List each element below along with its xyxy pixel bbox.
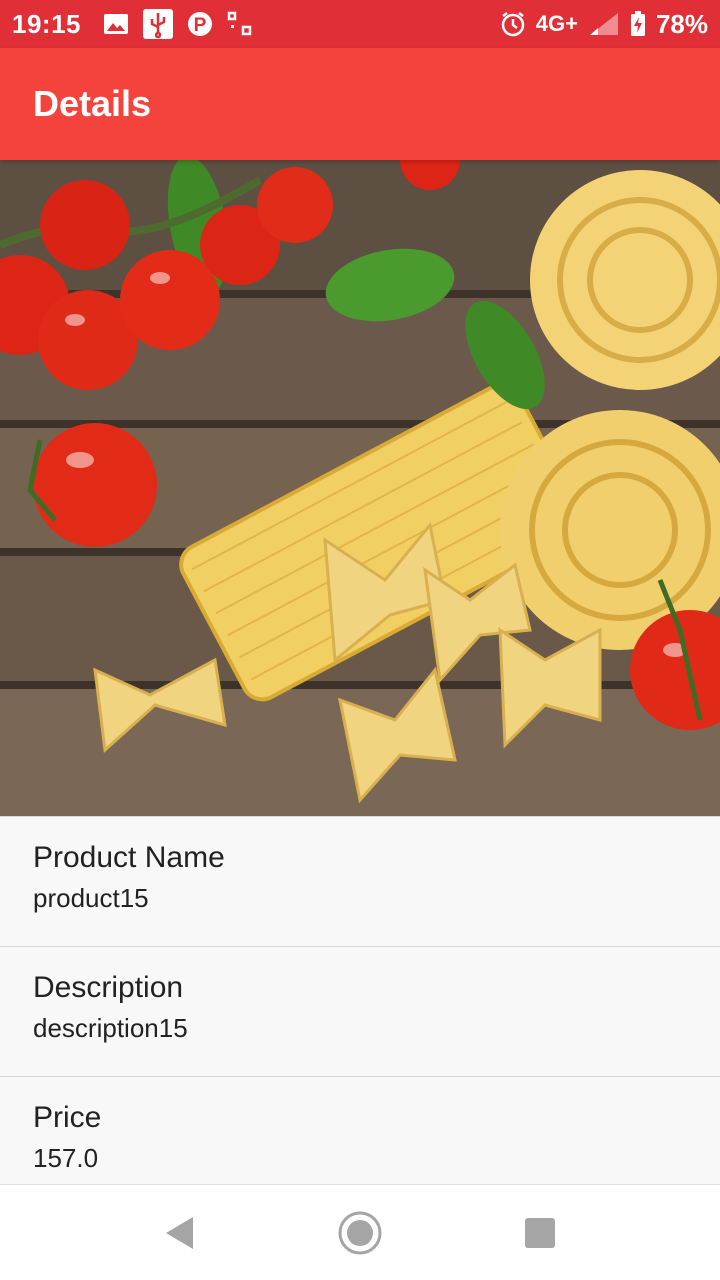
battery-percent: 78% — [655, 8, 708, 39]
home-icon — [338, 1211, 382, 1254]
alarm-icon — [500, 11, 526, 37]
navigation-bar — [0, 1184, 720, 1280]
parking-icon: P — [187, 10, 213, 38]
detail-row-price: Price 157.0 — [0, 1076, 720, 1184]
network-type: 4G+ — [535, 11, 578, 36]
detail-label: Description — [33, 971, 184, 1004]
signal-icon — [588, 11, 620, 37]
detail-label: Price — [33, 1101, 102, 1134]
page-title: Details — [33, 83, 152, 124]
detail-row-description: Description description15 — [0, 946, 720, 1076]
status-bar: 19:15 P 4G+ 78% — [0, 0, 720, 48]
app-bar: Details — [0, 48, 720, 160]
usb-icon — [143, 9, 173, 39]
scan-icon — [227, 11, 253, 37]
product-details: Product Name product15 Description descr… — [0, 816, 720, 1184]
recents-icon — [525, 1217, 555, 1248]
detail-row-product-name: Product Name product15 — [0, 816, 720, 946]
back-button[interactable] — [90, 1185, 270, 1280]
svg-text:P: P — [194, 15, 207, 36]
recents-button[interactable] — [450, 1185, 630, 1280]
detail-value: 157.0 — [33, 1143, 99, 1173]
detail-value: description15 — [33, 1013, 188, 1043]
detail-label: Product Name — [33, 841, 225, 874]
image-icon — [103, 13, 129, 35]
home-button[interactable] — [270, 1185, 450, 1280]
status-time: 19:15 — [12, 8, 81, 39]
battery-charging-icon — [630, 11, 646, 37]
back-icon — [166, 1216, 193, 1249]
detail-value: product15 — [33, 883, 149, 913]
status-right-group: 4G+ 78% — [500, 9, 708, 40]
product-image — [0, 160, 720, 816]
